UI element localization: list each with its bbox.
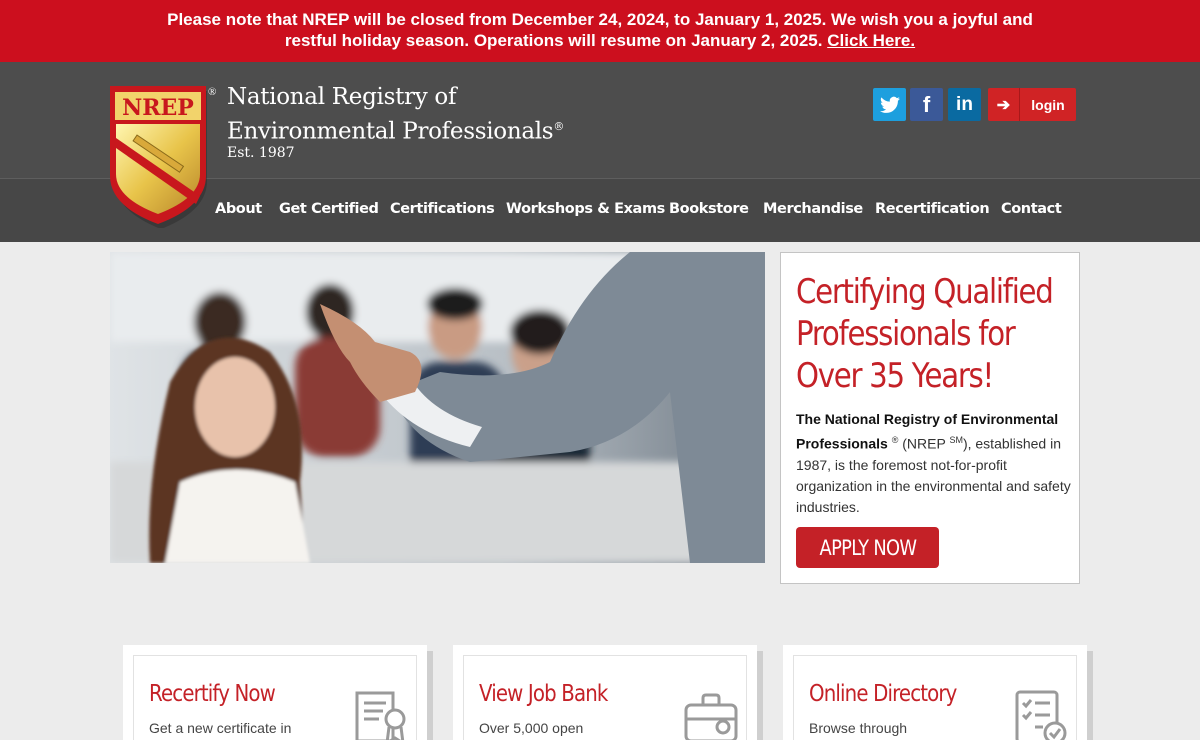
nrep-shield-logo[interactable]: NREP: [108, 86, 208, 228]
card-job-bank[interactable]: View Job Bank Over 5,000 open: [453, 645, 757, 740]
hero-title: Certifying Qualified Professionals for O…: [796, 272, 1054, 396]
nav-recertification[interactable]: Recertification: [875, 201, 990, 217]
svg-text:NREP: NREP: [122, 95, 194, 121]
alert-line-2: restful holiday season. Operations will …: [284, 31, 823, 50]
nav-contact[interactable]: Contact: [1001, 201, 1062, 217]
card-text: Over 5,000 open: [479, 720, 584, 736]
card-title: Online Directory: [809, 681, 957, 707]
card-text: Get a new certificate in: [149, 720, 292, 736]
briefcase-icon: [684, 693, 738, 740]
site-header: NREP ® National Registry of Environmenta…: [0, 62, 1200, 242]
org-name: National Registry of Environmental Profe…: [227, 82, 564, 147]
hero-description: The National Registry of Environmental P…: [796, 409, 1071, 518]
card-text: Browse through: [809, 720, 908, 736]
facebook-icon[interactable]: f: [910, 88, 943, 121]
nav-bookstore[interactable]: Bookstore: [669, 201, 749, 217]
certificate-icon: [355, 691, 406, 740]
nav-workshops-exams[interactable]: Workshops & Exams: [506, 201, 665, 217]
hero-body-open: (NREP: [902, 435, 946, 452]
login-button[interactable]: ➔ login: [988, 88, 1076, 121]
org-registered-mark: ®: [553, 120, 565, 133]
hero-sm-mark: SM: [949, 435, 963, 445]
hero-body-bold-2: Professionals: [796, 435, 888, 452]
login-label: login: [1031, 96, 1065, 113]
org-established: Est. 1987: [227, 145, 295, 161]
card-online-directory[interactable]: Online Directory Browse through: [783, 645, 1087, 740]
apply-now-label: APPLY NOW: [819, 535, 917, 560]
hero-body-bold-1: The National Registry of Environmental: [796, 411, 1059, 427]
card-title: Recertify Now: [149, 681, 276, 707]
nav-about[interactable]: About: [215, 201, 262, 217]
hero-registered-mark: ®: [891, 435, 899, 445]
card-title: View Job Bank: [479, 681, 608, 707]
org-name-line-2: Environmental Professionals: [227, 118, 554, 145]
checklist-icon: [1015, 690, 1067, 740]
org-name-line-1: National Registry of: [227, 84, 457, 110]
hero-card: Certifying Qualified Professionals for O…: [780, 252, 1080, 584]
hero-image: [110, 252, 765, 563]
hero-body-rest-1: ), established: [962, 435, 1047, 452]
logo-registered-mark: ®: [208, 86, 217, 98]
twitter-icon[interactable]: [873, 88, 906, 121]
alert-click-here-link[interactable]: Click Here.: [827, 31, 915, 50]
holiday-alert-banner: Please note that NREP will be closed fro…: [0, 0, 1200, 62]
arrow-right-icon: ➔: [988, 88, 1020, 121]
nav-certifications[interactable]: Certifications: [390, 201, 495, 217]
nav-merchandise[interactable]: Merchandise: [763, 201, 863, 217]
apply-now-button[interactable]: APPLY NOW: [796, 527, 939, 568]
alert-line-1: Please note that NREP will be closed fro…: [167, 10, 1033, 29]
nav-get-certified[interactable]: Get Certified: [279, 201, 379, 217]
linkedin-icon[interactable]: in: [948, 88, 981, 121]
card-recertify[interactable]: Recertify Now Get a new certificate in: [123, 645, 427, 740]
